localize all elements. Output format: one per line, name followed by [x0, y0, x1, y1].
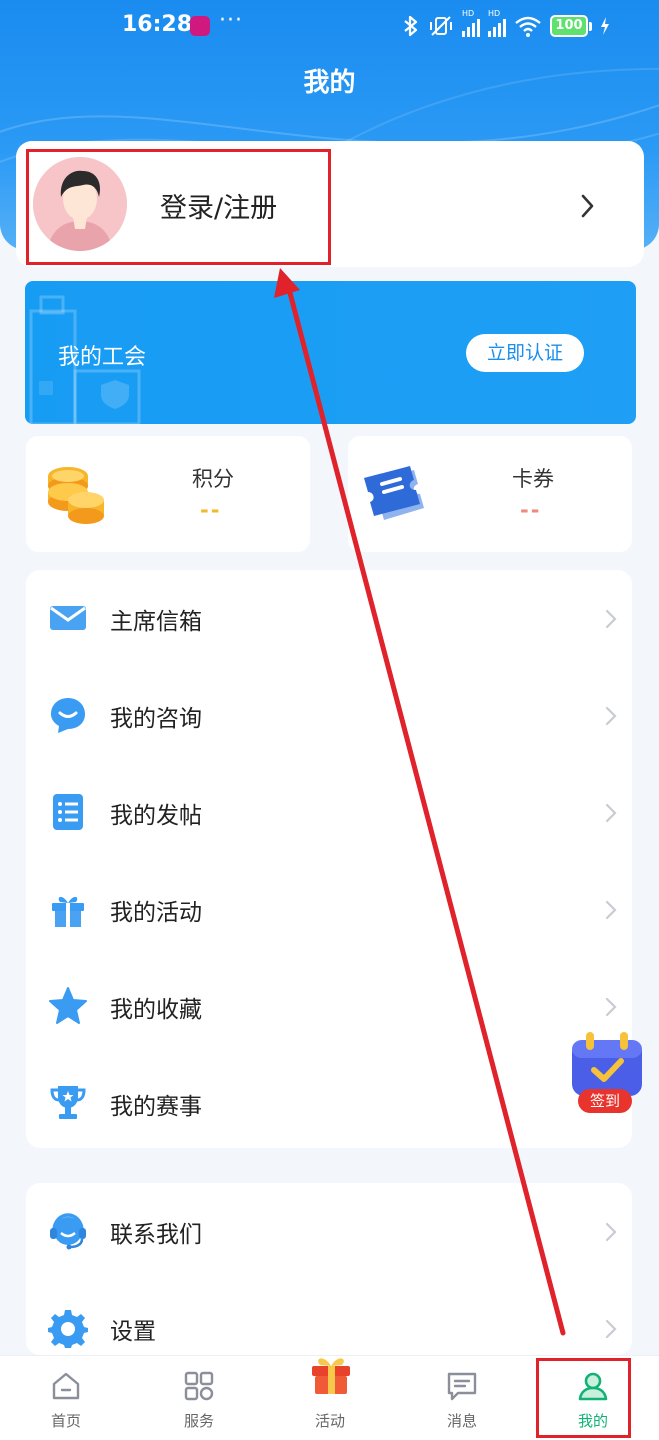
- chevron-right-icon: [605, 706, 617, 726]
- verify-now-button[interactable]: 立即认证: [466, 334, 584, 372]
- bluetooth-icon: [404, 15, 418, 37]
- menu-label: 主席信箱: [110, 609, 202, 635]
- chevron-right-icon: [605, 803, 617, 823]
- page-title: 我的: [303, 68, 356, 98]
- points-label: 积分: [192, 467, 234, 491]
- check-in-label: 签到: [578, 1089, 632, 1113]
- battery-level: 100: [550, 15, 588, 37]
- my-union-label: 我的工会: [58, 345, 147, 370]
- star-icon: [49, 987, 87, 1024]
- chevron-right-icon: [605, 997, 617, 1017]
- cellular-signal-2-icon: HD: [488, 9, 506, 37]
- menu-item-contact-us[interactable]: 联系我们: [26, 1183, 632, 1279]
- status-time: 16:28: [122, 12, 193, 37]
- nav-label: 服务: [183, 1412, 214, 1430]
- menu-label: 我的收藏: [110, 997, 202, 1023]
- check-in-button[interactable]: 签到: [570, 1032, 644, 1114]
- menu-item-chairman-mailbox[interactable]: 主席信箱: [26, 570, 632, 666]
- nav-tab-home[interactable]: 首页: [6, 1356, 126, 1440]
- nav-tab-messages[interactable]: 消息: [402, 1356, 522, 1440]
- coins-icon: [48, 467, 104, 524]
- menu-label: 联系我们: [110, 1222, 202, 1248]
- menu-label: 我的咨询: [110, 706, 202, 732]
- cellular-signal-icon: HD: [462, 9, 480, 37]
- chevron-right-icon: [605, 1319, 617, 1339]
- menu-label: 我的发帖: [110, 803, 202, 829]
- menu-item-my-favorites[interactable]: 我的收藏: [26, 958, 632, 1054]
- annotation-highlight-mine-tab: [536, 1358, 631, 1438]
- trophy-icon: [50, 1086, 86, 1119]
- nav-label: 消息: [446, 1412, 477, 1430]
- chat-bubble-icon: [51, 698, 85, 733]
- menu-item-my-competitions[interactable]: 我的赛事: [26, 1055, 632, 1151]
- ticket-icon: [364, 466, 424, 520]
- vibrate-off-icon: [430, 16, 452, 36]
- network-type-label: HD: [488, 9, 501, 18]
- more-notifications-icon: ···: [219, 8, 243, 33]
- menu-item-my-consultation[interactable]: 我的咨询: [26, 667, 632, 763]
- menu-label: 我的活动: [110, 900, 202, 926]
- wifi-icon: [515, 16, 541, 37]
- menu-card-secondary: 联系我们 设置: [26, 1183, 632, 1355]
- network-type-label: HD: [462, 9, 475, 18]
- gift-box-icon: [52, 896, 84, 927]
- menu-card-main: 主席信箱 我的咨询 我的发帖 我的活动 我的收藏 我的赛事: [26, 570, 632, 1148]
- battery-icon: 100: [550, 15, 592, 37]
- nav-label: 活动: [314, 1412, 345, 1430]
- app-notification-icon: [190, 16, 210, 36]
- list-document-icon: [53, 794, 83, 830]
- chevron-right-icon[interactable]: [578, 189, 598, 223]
- coupons-label: 卡券: [512, 467, 554, 491]
- menu-item-my-activities[interactable]: 我的活动: [26, 861, 632, 957]
- coupons-card[interactable]: 卡券 --: [348, 436, 632, 552]
- chevron-right-icon: [605, 900, 617, 920]
- nav-tab-services[interactable]: 服务: [139, 1356, 259, 1440]
- chevron-right-icon: [605, 1222, 617, 1242]
- mail-icon: [50, 606, 86, 630]
- charging-icon: [601, 17, 609, 35]
- my-union-card[interactable]: 我的工会 立即认证: [25, 281, 636, 424]
- nav-label: 首页: [50, 1412, 81, 1430]
- menu-label: 设置: [110, 1319, 156, 1345]
- menu-label: 我的赛事: [110, 1094, 202, 1120]
- home-icon: [52, 1372, 80, 1400]
- message-icon: [447, 1372, 477, 1401]
- status-bar: 16:28 ··· HD HD 100: [0, 0, 659, 52]
- grid-icon: [184, 1371, 214, 1401]
- status-icons: HD HD 100: [402, 9, 610, 40]
- annotation-highlight-login: [26, 149, 331, 265]
- headset-icon: [50, 1213, 86, 1250]
- chevron-right-icon: [605, 609, 617, 629]
- menu-item-my-posts[interactable]: 我的发帖: [26, 764, 632, 860]
- points-value: --: [200, 498, 222, 522]
- points-card[interactable]: 积分 --: [26, 436, 310, 552]
- coupons-value: --: [520, 498, 542, 522]
- gift-icon[interactable]: [308, 1352, 354, 1396]
- gear-icon: [48, 1310, 88, 1348]
